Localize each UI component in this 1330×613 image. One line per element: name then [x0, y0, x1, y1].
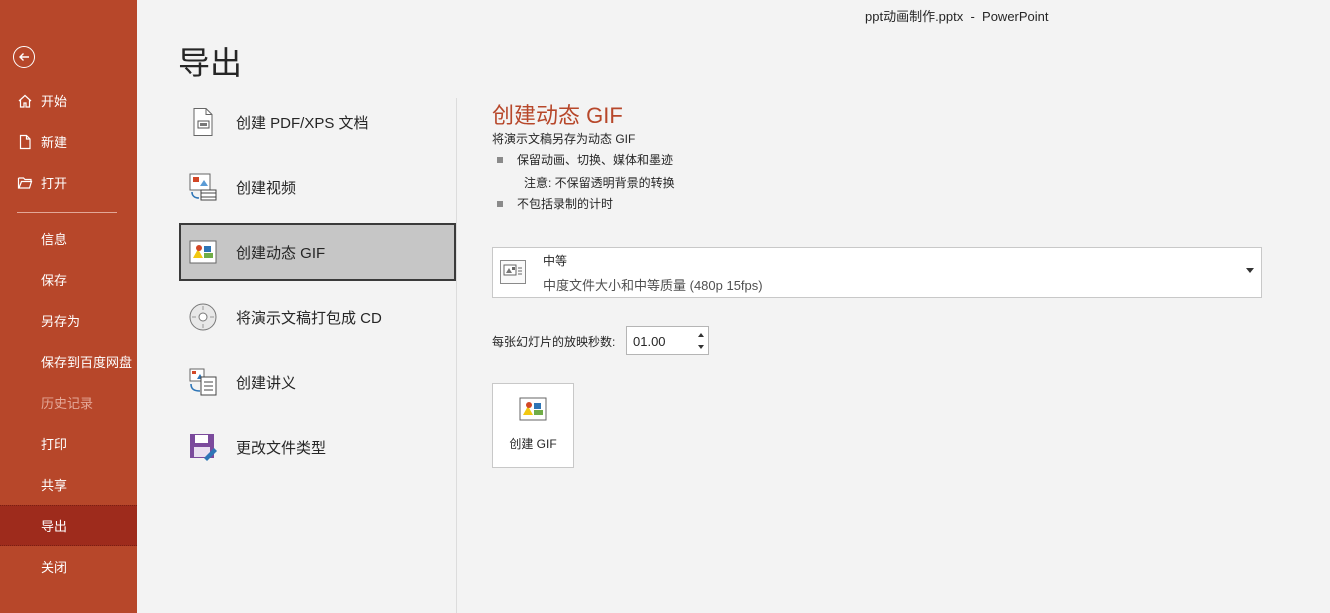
seconds-input[interactable] [627, 327, 701, 356]
export-options-list: 创建 PDF/XPS 文档 创建视频 创建动态 GIF 将演示文稿打包成 CD … [179, 93, 456, 483]
sidebar-item-label: 保存到百度网盘 [41, 355, 133, 370]
bullet-item: 保留动画、切换、媒体和墨迹 [497, 151, 673, 168]
sidebar-item-close[interactable]: 关闭 [0, 546, 137, 587]
quality-selected-label: 中等 [543, 254, 568, 268]
option-label: 将演示文稿打包成 CD [236, 309, 382, 327]
sidebar-item-label: 导出 [41, 519, 68, 534]
bullet-text: 保留动画、切换、媒体和墨迹 [517, 153, 674, 167]
backstage-sidebar: 开始 新建 打开 信息 保存 另存为 保存到百度网盘 历史记录 打印 共享 导出… [0, 0, 137, 613]
sidebar-item-open[interactable]: 打开 [0, 162, 137, 203]
page-title: 导出 [178, 45, 243, 81]
bullet-text: 不包括录制的计时 [517, 197, 614, 211]
pdf-document-icon [187, 106, 219, 138]
option-label: 创建动态 GIF [236, 244, 326, 262]
option-label: 创建 PDF/XPS 文档 [236, 114, 369, 132]
sidebar-item-label: 关闭 [41, 560, 68, 575]
stepper-down-icon[interactable] [698, 345, 704, 349]
sidebar-item-label: 历史记录 [41, 396, 94, 411]
stepper-up-icon[interactable] [698, 333, 704, 337]
gif-icon [519, 397, 547, 423]
detail-note: 注意: 不保留透明背景的转换 [524, 176, 675, 190]
chevron-down-icon [1246, 268, 1254, 273]
change-file-type-icon [187, 431, 219, 463]
video-icon [187, 171, 219, 203]
create-gif-button[interactable]: 创建 GIF [492, 383, 574, 468]
option-change-file-type[interactable]: 更改文件类型 [179, 418, 456, 476]
sidebar-bottom-nav: 信息 保存 另存为 保存到百度网盘 历史记录 打印 共享 导出 关闭 [0, 218, 137, 587]
sidebar-item-history: 历史记录 [0, 382, 137, 423]
sidebar-item-export[interactable]: 导出 [0, 505, 137, 546]
cd-icon [187, 301, 219, 333]
option-label: 更改文件类型 [236, 439, 327, 457]
home-icon [16, 92, 34, 110]
sidebar-item-label: 开始 [41, 94, 68, 109]
sidebar-top-nav: 开始 新建 打开 [0, 80, 137, 203]
create-gif-label: 创建 GIF [509, 437, 557, 451]
sidebar-item-label: 共享 [41, 478, 68, 493]
gif-icon [187, 236, 219, 268]
option-create-pdf-xps[interactable]: 创建 PDF/XPS 文档 [179, 93, 456, 151]
sidebar-item-new[interactable]: 新建 [0, 121, 137, 162]
new-document-icon [16, 133, 34, 151]
sidebar-item-label: 打印 [41, 437, 68, 452]
open-folder-icon [16, 174, 34, 192]
sidebar-item-label: 信息 [41, 232, 68, 247]
seconds-label: 每张幻灯片的放映秒数: [492, 335, 616, 349]
option-create-video[interactable]: 创建视频 [179, 158, 456, 216]
option-create-handouts[interactable]: 创建讲义 [179, 353, 456, 411]
panel-divider [456, 98, 457, 613]
sidebar-item-home[interactable]: 开始 [0, 80, 137, 121]
sidebar-divider [17, 212, 117, 213]
detail-description: 将演示文稿另存为动态 GIF [492, 132, 636, 146]
sidebar-item-save-as[interactable]: 另存为 [0, 300, 137, 341]
handout-icon [187, 366, 219, 398]
sidebar-item-label: 另存为 [41, 314, 81, 329]
quality-selected-desc: 中度文件大小和中等质量 (480p 15fps) [543, 278, 763, 293]
sidebar-item-save-baidu[interactable]: 保存到百度网盘 [0, 341, 137, 382]
option-label: 创建讲义 [236, 374, 297, 392]
sidebar-item-label: 打开 [41, 176, 68, 191]
option-create-gif[interactable]: 创建动态 GIF [179, 223, 456, 281]
presentation-quality-icon [500, 260, 526, 284]
back-arrow-icon[interactable] [13, 46, 35, 68]
detail-title: 创建动态 GIF [492, 103, 623, 128]
sidebar-item-label: 新建 [41, 135, 68, 150]
bullet-item: 不包括录制的计时 [497, 195, 613, 212]
sidebar-item-info[interactable]: 信息 [0, 218, 137, 259]
sidebar-item-share[interactable]: 共享 [0, 464, 137, 505]
option-package-cd[interactable]: 将演示文稿打包成 CD [179, 288, 456, 346]
quality-dropdown[interactable]: 中等 中度文件大小和中等质量 (480p 15fps) [492, 247, 1262, 298]
sidebar-item-print[interactable]: 打印 [0, 423, 137, 464]
sidebar-item-label: 保存 [41, 273, 68, 288]
sidebar-item-save[interactable]: 保存 [0, 259, 137, 300]
option-label: 创建视频 [236, 179, 297, 197]
bullet-square-icon [497, 200, 503, 207]
seconds-stepper [626, 326, 709, 356]
bullet-square-icon [497, 156, 503, 163]
window-title: ppt动画制作.pptx - PowerPoint [865, 9, 1049, 24]
